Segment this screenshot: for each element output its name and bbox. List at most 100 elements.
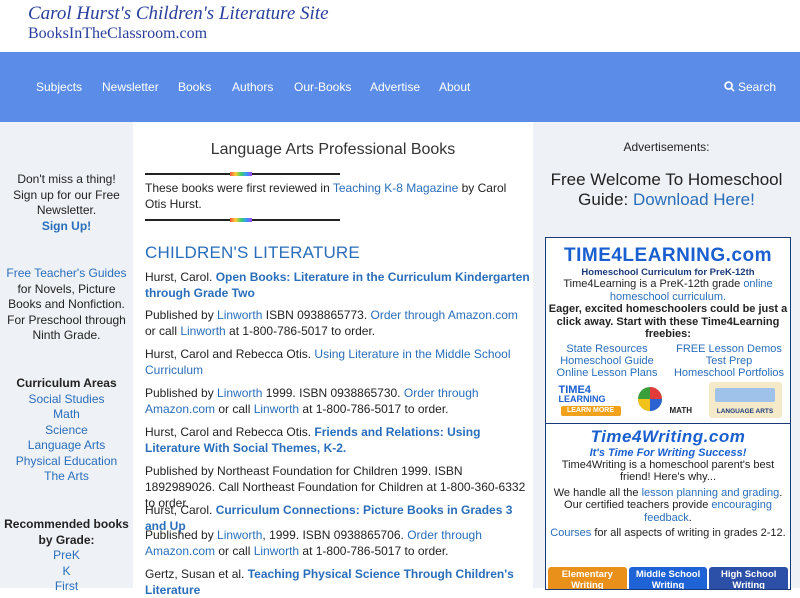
guides-text: for Novels, Picture Books and Nonfiction… <box>7 281 126 343</box>
pub-text: or call <box>145 324 181 338</box>
intro-text: These books were first reviewed in Teach… <box>145 181 515 212</box>
search-button[interactable]: Search <box>724 80 776 94</box>
page-title: Language Arts Professional Books <box>210 141 456 158</box>
time4learning-logo[interactable]: TIME4LEARNING.com <box>546 245 790 267</box>
guides-promo: Free Teacher's Guides for Novels, Pictur… <box>4 266 129 344</box>
curriculum-link-math[interactable]: Math <box>4 407 129 423</box>
nav-about[interactable]: About <box>439 80 470 94</box>
pub-text: at 1-800-786-5017 to order. <box>299 402 449 416</box>
divider <box>145 218 340 222</box>
ad-label: Advertisements: <box>623 140 710 154</box>
curriculum-link-social-studies[interactable]: Social Studies <box>4 392 129 408</box>
curriculum-areas: Curriculum Areas Social Studies Math Sci… <box>4 376 129 485</box>
middle-school-writing-button[interactable]: Middle School Writing <box>628 567 708 589</box>
high-school-writing-button[interactable]: High School Writing <box>709 567 789 589</box>
grade-books: Recommended books by Grade: PreK K First <box>4 517 129 595</box>
curriculum-link-the-arts[interactable]: The Arts <box>4 469 129 485</box>
divider <box>145 172 340 176</box>
newsletter-promo: Don't miss a thing! Sign up for our Free… <box>4 172 129 234</box>
site-title[interactable]: Carol Hurst's Children's Literature Site <box>28 3 329 25</box>
book-author: Hurst, Carol. <box>145 270 216 284</box>
learn-more-button[interactable]: LEARN MORE <box>560 405 621 416</box>
book-author: Hurst, Carol and Rebecca Otis. <box>145 425 315 439</box>
site-header: Carol Hurst's Children's Literature Site… <box>0 0 800 52</box>
lesson-plans-link[interactable]: Online Lesson Plans <box>546 367 668 379</box>
lesson-planning-link[interactable]: lesson planning and grading <box>642 487 780 499</box>
pub-text: or call <box>215 544 254 558</box>
t4w-text: Time4Writing is a homeschool parent's be… <box>561 458 775 484</box>
curriculum-link-language-arts[interactable]: Language Arts <box>4 438 129 454</box>
t4l-subtitle: Homeschool Curriculum for PreK-12th <box>581 267 755 278</box>
nav-our-books[interactable]: Our-Books <box>294 80 351 94</box>
right-sidebar: Advertisements: Free Welcome To Homescho… <box>533 122 800 590</box>
main-content: Language Arts Professional Books These b… <box>133 122 533 597</box>
t4l-freebies-text: Eager, excited homeschoolers could be ju… <box>548 303 788 340</box>
homeschool-guide-link[interactable]: Homeschool Guide <box>546 355 668 367</box>
portfolios-link[interactable]: Homeschool Portfolios <box>668 367 790 379</box>
publisher-link[interactable]: Linworth <box>254 544 299 558</box>
publisher-info: Published by Linworth, 1999. ISBN 093886… <box>145 527 530 559</box>
book-entry: Hurst, Carol. Open Books: Literature in … <box>145 269 530 301</box>
nav-subjects[interactable]: Subjects <box>36 80 82 94</box>
book-author: Hurst, Carol and Rebecca Otis. <box>145 347 315 361</box>
signup-link[interactable]: Sign Up! <box>4 219 129 235</box>
t4l-links: State Resources FREE Lesson Demos Homesc… <box>546 343 790 379</box>
t4w-text: . <box>688 511 692 524</box>
recommended-heading: Recommended books by Grade: <box>4 517 129 547</box>
newsletter-text: Don't miss a thing! Sign up for our Free… <box>13 172 120 217</box>
book-entry: Hurst, Carol and Rebecca Otis. Using Lit… <box>145 346 530 378</box>
ad-divider <box>546 422 790 424</box>
nav-books[interactable]: Books <box>178 80 211 94</box>
ad-box[interactable]: TIME4LEARNING.com Homeschool Curriculum … <box>545 237 791 590</box>
site-domain[interactable]: BooksInTheClassroom.com <box>28 25 207 43</box>
section-heading: CHILDREN'S LITERATURE <box>145 243 360 262</box>
publisher-link[interactable]: Linworth <box>217 528 262 542</box>
publisher-link[interactable]: Linworth <box>254 402 299 416</box>
search-icon <box>724 81 735 92</box>
t4w-courses: Courses for all aspects of writing in gr… <box>546 527 790 540</box>
grade-link-k[interactable]: K <box>4 564 129 580</box>
learn-more-promo[interactable]: TIME4 LEARNING LEARN MORE <box>554 381 628 418</box>
math-promo[interactable]: MATH <box>631 381 705 418</box>
download-link[interactable]: Download Here! <box>633 190 755 209</box>
state-resources-link[interactable]: State Resources <box>546 343 668 355</box>
t4l-text: Time4Learning is a PreK-12th grade <box>563 278 744 290</box>
t4w-text: for all aspects of writing in grades 2-1… <box>591 527 786 539</box>
time4writing-logo[interactable]: Time4Writing.com <box>546 427 790 447</box>
elementary-writing-button[interactable]: Elementary Writing <box>548 567 627 589</box>
curriculum-link-physical-education[interactable]: Physical Education <box>4 454 129 470</box>
welcome-promo: Free Welcome To Homeschool Guide: Downlo… <box>533 170 800 210</box>
courses-link[interactable]: Courses <box>550 527 591 539</box>
math-label: MATH <box>669 405 693 415</box>
pub-text: Published by <box>145 528 218 542</box>
publisher-link[interactable]: Linworth <box>180 324 225 338</box>
pub-text: ISBN 0938865773. <box>262 308 371 322</box>
pub-text: Published by <box>145 386 218 400</box>
left-sidebar: Don't miss a thing! Sign up for our Free… <box>0 122 133 593</box>
t4w-benefits: We handle all the lesson planning and gr… <box>546 487 790 525</box>
curriculum-heading: Curriculum Areas <box>16 376 117 390</box>
teachers-guides-link[interactable]: Free Teacher's Guides <box>6 266 126 280</box>
pub-text: at 1-800-786-5017 to order. <box>225 324 376 338</box>
pub-text: , 1999. ISBN 0938865706. <box>262 528 408 542</box>
search-label: Search <box>737 80 776 94</box>
nav-advertise[interactable]: Advertise <box>370 80 420 94</box>
amazon-order-link[interactable]: Order through Amazon.com <box>371 308 518 322</box>
lesson-demos-link[interactable]: FREE Lesson Demos <box>668 343 790 355</box>
publisher-link[interactable]: Linworth <box>217 308 262 322</box>
t4w-tagline: It's Time For Writing Success! <box>589 446 747 459</box>
language-arts-promo[interactable]: LANGUAGE ARTS <box>708 381 782 418</box>
grade-link-first[interactable]: First <box>4 579 129 595</box>
publisher-info: Published by Linworth 1999. ISBN 0938865… <box>145 385 530 417</box>
language-arts-label: LANGUAGE ARTS <box>716 407 774 415</box>
nav-authors[interactable]: Authors <box>232 80 273 94</box>
pub-text: or call <box>215 402 254 416</box>
t4l-description: Time4Learning is a PreK-12th grade onlin… <box>546 278 790 303</box>
magazine-link[interactable]: Teaching K-8 Magazine <box>333 181 458 195</box>
nav-newsletter[interactable]: Newsletter <box>102 80 159 94</box>
curriculum-link-science[interactable]: Science <box>4 423 129 439</box>
grade-link-prek[interactable]: PreK <box>4 548 129 564</box>
test-prep-link[interactable]: Test Prep <box>668 355 790 367</box>
publisher-link[interactable]: Linworth <box>217 386 262 400</box>
pub-text: Published by <box>145 308 218 322</box>
